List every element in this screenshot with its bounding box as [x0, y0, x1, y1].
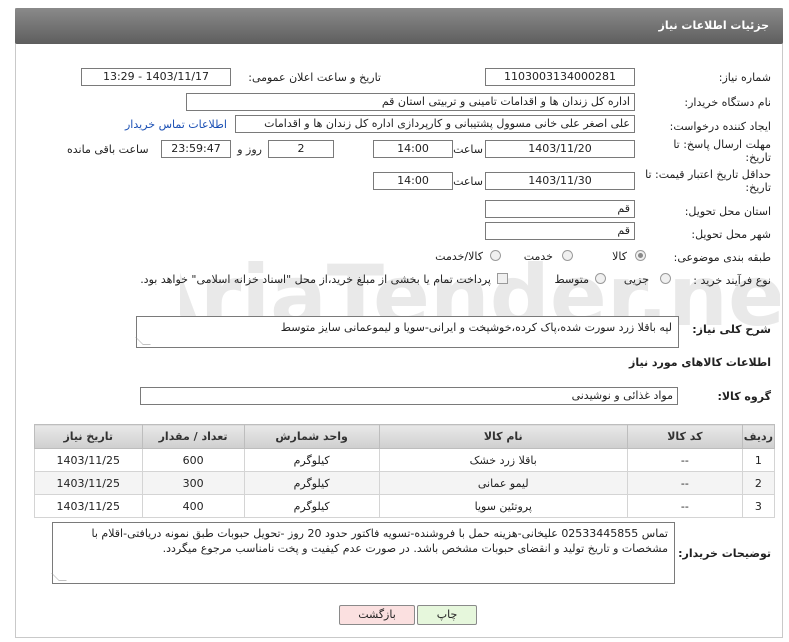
cell-name: باقلا زرد خشک	[378, 448, 628, 472]
col-unit-header: واحد شمارش	[243, 424, 380, 449]
cell-name: لیمو عمانی	[378, 471, 628, 495]
buyer-notes-text: تماس 02533445855 علیخانی-هزینه حمل با فر…	[91, 527, 669, 555]
validity-label: حداقل تاریخ اعتبار قیمت: تا	[645, 168, 771, 181]
category-label: طبقه بندی موضوعی:	[673, 251, 771, 264]
cell-code: --	[626, 448, 743, 472]
buyer-contact-link[interactable]: اطلاعات تماس خریدار	[125, 118, 227, 131]
deadline-date-field[interactable]: 1403/11/20	[485, 140, 635, 158]
category-service-label: خدمت	[523, 250, 553, 263]
deadline-label: مهلت ارسال پاسخ: تا	[673, 138, 771, 151]
province-field[interactable]: قم	[485, 200, 635, 218]
goods-group-field[interactable]: مواد غذائی و نوشیدنی	[140, 387, 678, 405]
cell-code: --	[626, 471, 743, 495]
cell-unit: کیلوگرم	[243, 448, 380, 472]
process-minor-radio[interactable]	[660, 273, 671, 284]
cell-date: 1403/11/25	[34, 471, 143, 495]
remaining-time-field[interactable]: 23:59:47	[161, 140, 231, 158]
process-medium-radio[interactable]	[595, 273, 606, 284]
deadline-time-label: ساعت	[453, 143, 483, 156]
col-code-header: کد کالا	[626, 424, 743, 449]
table-row[interactable]: 3 -- پروتئین سویا کیلوگرم 400 1403/11/25	[34, 494, 776, 518]
day-label: روز و	[237, 143, 262, 156]
description-textarea[interactable]: لپه باقلا زرد سورت شده،پاک کرده،خوشپخت و…	[135, 316, 679, 348]
page-header: جزئیات اطلاعات نیاز	[15, 8, 783, 44]
table-row[interactable]: 2 -- لیمو عمانی کیلوگرم 300 1403/11/25	[34, 471, 776, 495]
days-field[interactable]: 2	[268, 140, 334, 158]
process-medium-label: متوسط	[554, 273, 589, 286]
back-button[interactable]: بازگشت	[339, 605, 415, 625]
validity-date-field[interactable]: 1403/11/30	[485, 172, 635, 190]
col-date-header: تاریخ نیاز	[34, 424, 143, 449]
goods-group-label: گروه کالا:	[717, 390, 771, 403]
buyer-notes-label: توضیحات خریدار:	[678, 547, 771, 560]
validity-time-label: ساعت	[453, 175, 483, 188]
resize-grip-icon[interactable]	[135, 337, 151, 345]
cell-qty: 600	[141, 448, 245, 472]
cell-qty: 300	[141, 471, 245, 495]
treasury-payment-checkbox[interactable]	[497, 273, 508, 284]
province-label: استان محل تحویل:	[684, 205, 771, 218]
cell-code: --	[626, 494, 743, 518]
requester-label: ایجاد کننده درخواست:	[669, 120, 771, 133]
buyer-org-label: نام دستگاه خریدار:	[684, 96, 771, 109]
table-header-row: ردیف کد کالا نام کالا واحد شمارش تعداد /…	[34, 424, 776, 449]
category-both-label: کالا/خدمت	[435, 250, 483, 263]
deadline-time-field[interactable]: 14:00	[373, 140, 453, 158]
announce-datetime-field[interactable]: 1403/11/17 - 13:29	[81, 68, 231, 86]
cell-name: پروتئین سویا	[378, 494, 628, 518]
description-text: لپه باقلا زرد سورت شده،پاک کرده،خوشپخت و…	[280, 321, 672, 334]
table-row[interactable]: 1 -- باقلا زرد خشک کیلوگرم 600 1403/11/2…	[34, 448, 776, 472]
items-table: ردیف کد کالا نام کالا واحد شمارش تعداد /…	[34, 424, 776, 518]
cell-unit: کیلوگرم	[243, 494, 380, 518]
page-title: جزئیات اطلاعات نیاز	[658, 19, 770, 32]
category-both-radio[interactable]	[490, 250, 501, 261]
cell-unit: کیلوگرم	[243, 471, 380, 495]
col-row-header: ردیف	[741, 424, 776, 449]
process-label: نوع فرآیند خرید :	[693, 274, 771, 287]
cell-qty: 400	[141, 494, 245, 518]
validity-time-field[interactable]: 14:00	[373, 172, 453, 190]
treasury-payment-note: پرداخت تمام یا بخشی از مبلغ خرید،از محل …	[140, 273, 491, 286]
cell-date: 1403/11/25	[34, 448, 143, 472]
requester-field[interactable]: علی اصغر علی خانی مسوول پشتیبانی و کارپر…	[235, 115, 635, 133]
category-service-radio[interactable]	[562, 250, 573, 261]
process-minor-label: جزیی	[623, 273, 649, 286]
buyer-notes-textarea[interactable]: تماس 02533445855 علیخانی-هزینه حمل با فر…	[51, 522, 675, 584]
city-label: شهر محل تحویل:	[691, 228, 771, 241]
need-number-label: شماره نیاز:	[718, 71, 771, 84]
city-field[interactable]: قم	[485, 222, 635, 240]
buyer-org-field[interactable]: اداره کل زندان ها و اقدامات تامینی و ترب…	[186, 93, 635, 111]
cell-row: 2	[741, 471, 776, 495]
validity-label-date: تاریخ:	[745, 181, 771, 194]
announce-label: تاریخ و ساعت اعلان عمومی:	[248, 71, 381, 84]
goods-section-title: اطلاعات کالاهای مورد نیاز	[629, 356, 771, 369]
col-qty-header: تعداد / مقدار	[141, 424, 245, 449]
col-name-header: نام کالا	[378, 424, 628, 449]
category-goods-label: کالا	[612, 250, 627, 263]
print-button[interactable]: چاپ	[417, 605, 477, 625]
remaining-label: ساعت باقی مانده	[67, 143, 149, 156]
cell-row: 1	[741, 448, 776, 472]
cell-row: 3	[741, 494, 776, 518]
cell-date: 1403/11/25	[34, 494, 143, 518]
resize-grip-icon[interactable]	[51, 573, 67, 581]
deadline-label-date: تاریخ:	[745, 151, 771, 164]
category-goods-radio[interactable]	[635, 250, 646, 261]
need-number-field[interactable]: 1103003134000281	[485, 68, 635, 86]
description-label: شرح کلی نیاز:	[692, 323, 771, 336]
